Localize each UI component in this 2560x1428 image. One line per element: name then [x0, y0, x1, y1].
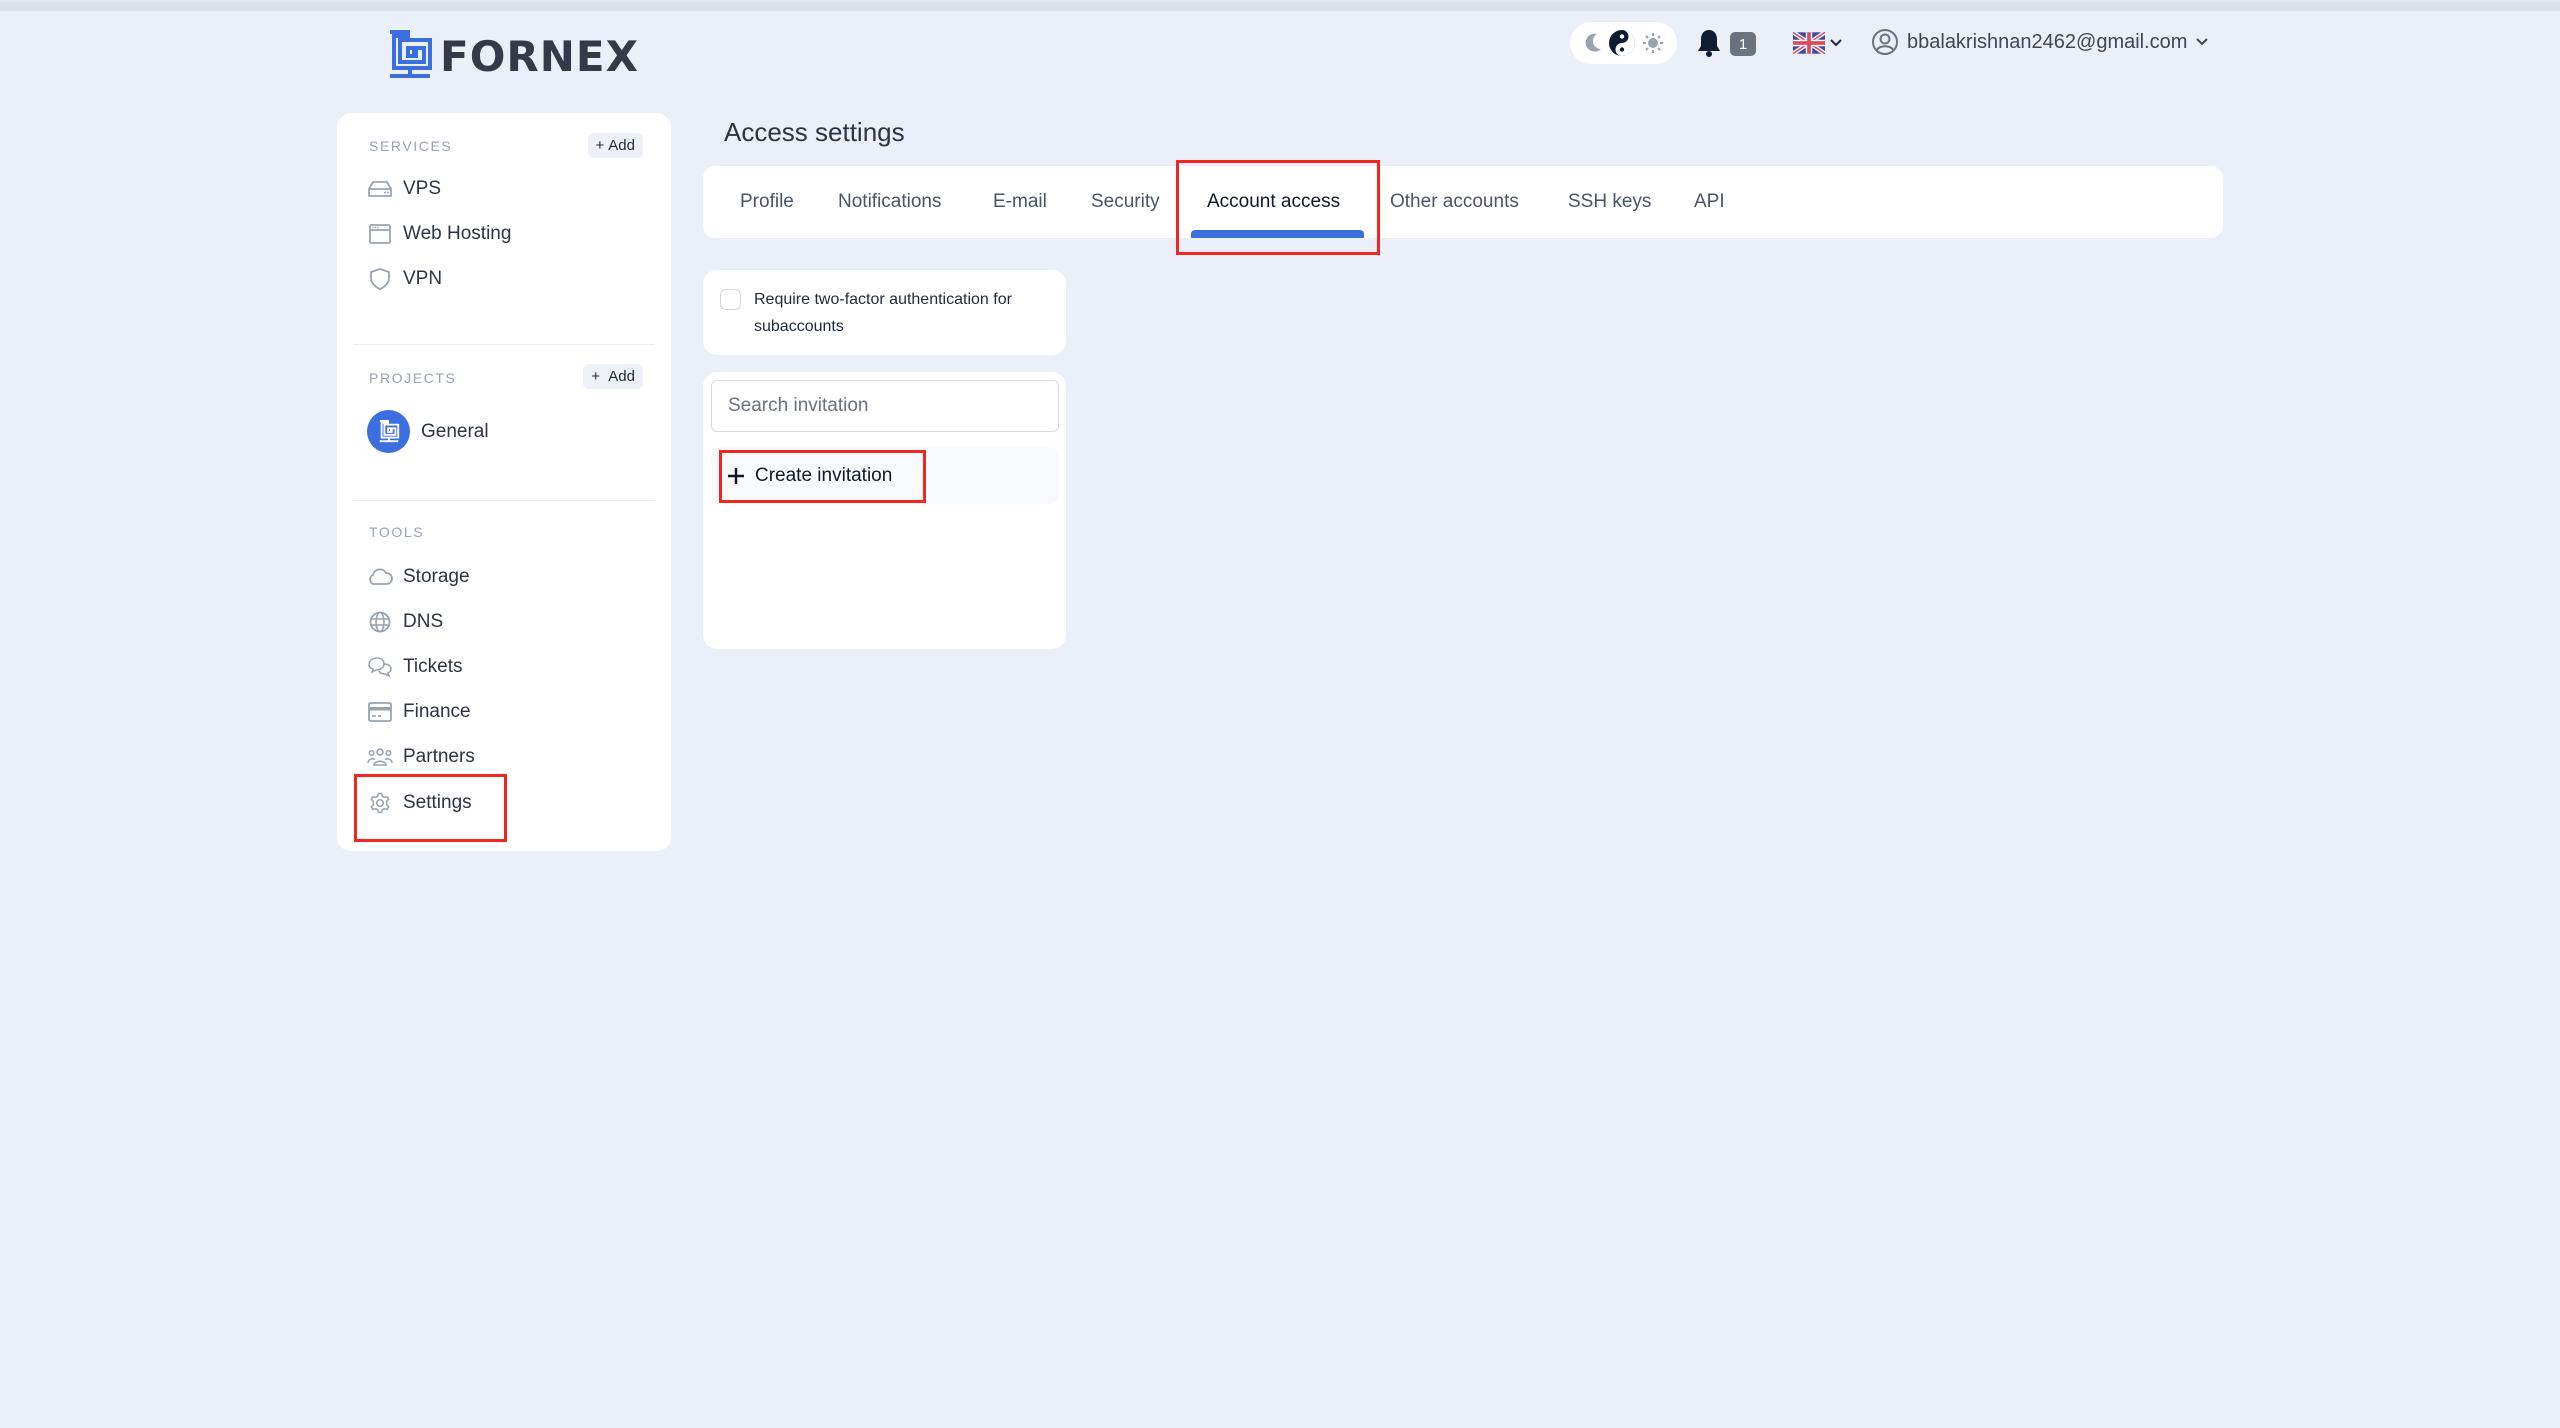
tab-api[interactable]: API	[1694, 166, 1725, 238]
shield-icon	[367, 268, 393, 290]
chevron-down-icon	[2196, 38, 2209, 46]
sidebar-item-tickets[interactable]: Tickets	[367, 656, 462, 678]
theme-switch[interactable]	[1570, 22, 1677, 64]
gear-icon	[367, 792, 393, 814]
notifications-count-badge: 1	[1730, 32, 1756, 56]
sidebar: SERVICES + Add VPS Web Hosting VPN PROJE…	[337, 113, 671, 851]
tab-other-accounts[interactable]: Other accounts	[1390, 166, 1519, 238]
user-circle-icon	[1872, 29, 1898, 55]
sidebar-item-finance[interactable]: Finance	[367, 701, 471, 723]
page-title: Access settings	[724, 117, 905, 147]
sidebar-item-dns[interactable]: DNS	[367, 611, 443, 633]
sidebar-divider	[353, 500, 655, 501]
chevron-down-icon	[1830, 39, 1842, 47]
logo-text: FORNEX	[440, 31, 639, 81]
moon-icon[interactable]	[1583, 32, 1603, 54]
fornex-logo-icon	[379, 419, 399, 442]
two-factor-card: Require two-factor authentication for su…	[703, 270, 1066, 355]
services-heading: SERVICES	[369, 138, 453, 154]
sun-icon[interactable]	[1642, 32, 1664, 54]
users-group-icon	[367, 746, 393, 768]
plus-icon: +	[591, 368, 605, 385]
browser-window-icon	[367, 223, 393, 245]
tab-email[interactable]: E-mail	[993, 166, 1047, 238]
yin-yang-icon[interactable]	[1608, 29, 1636, 57]
tab-profile[interactable]: Profile	[740, 166, 794, 238]
sidebar-item-settings[interactable]: Settings	[367, 792, 472, 814]
projects-heading: PROJECTS	[369, 370, 457, 386]
tools-heading: TOOLS	[369, 524, 425, 540]
active-tab-indicator	[1191, 230, 1364, 238]
uk-flag-icon	[1793, 32, 1825, 54]
fornex-logo-icon	[390, 30, 432, 78]
settings-tabs: Profile Notifications E-mail Security Ac…	[703, 166, 2223, 238]
require-2fa-label[interactable]: Require two-factor authentication for su…	[754, 286, 1054, 340]
sidebar-item-vpn[interactable]: VPN	[367, 268, 442, 290]
project-general[interactable]: General	[367, 410, 489, 453]
user-email: bbalakrishnan2462@gmail.com	[1907, 30, 2188, 53]
language-selector[interactable]	[1793, 32, 1843, 54]
sidebar-divider	[353, 344, 655, 345]
fornex-logo[interactable]: FORNEX	[388, 30, 639, 82]
browser-top-strip	[0, 0, 2560, 11]
search-invitation-input[interactable]	[711, 380, 1059, 432]
create-invitation-button[interactable]: Create invitation	[727, 447, 892, 504]
chat-bubbles-icon	[367, 656, 393, 678]
add-service-button[interactable]: + Add	[587, 133, 643, 158]
plus-icon	[728, 467, 744, 484]
add-project-button[interactable]: + Add	[583, 364, 643, 389]
create-invitation-row: Create invitation	[711, 447, 1059, 504]
require-2fa-checkbox[interactable]	[720, 289, 741, 310]
cloud-icon	[367, 566, 393, 588]
sidebar-item-vps[interactable]: VPS	[367, 178, 441, 200]
project-avatar	[367, 410, 410, 453]
sidebar-item-web-hosting[interactable]: Web Hosting	[367, 223, 511, 245]
sidebar-item-storage[interactable]: Storage	[367, 566, 470, 588]
tab-notifications[interactable]: Notifications	[838, 166, 942, 238]
tab-ssh-keys[interactable]: SSH keys	[1568, 166, 1651, 238]
globe-icon	[367, 611, 393, 633]
plus-icon: +	[595, 137, 605, 154]
tab-security[interactable]: Security	[1091, 166, 1160, 238]
credit-card-icon	[367, 701, 393, 723]
tab-account-access[interactable]: Account access	[1207, 166, 1340, 238]
invitations-card: Create invitation	[703, 372, 1066, 649]
notifications-bell-icon[interactable]	[1696, 28, 1722, 63]
user-menu[interactable]: bbalakrishnan2462@gmail.com	[1871, 28, 2209, 56]
sidebar-item-partners[interactable]: Partners	[367, 746, 475, 768]
server-icon	[367, 178, 393, 200]
